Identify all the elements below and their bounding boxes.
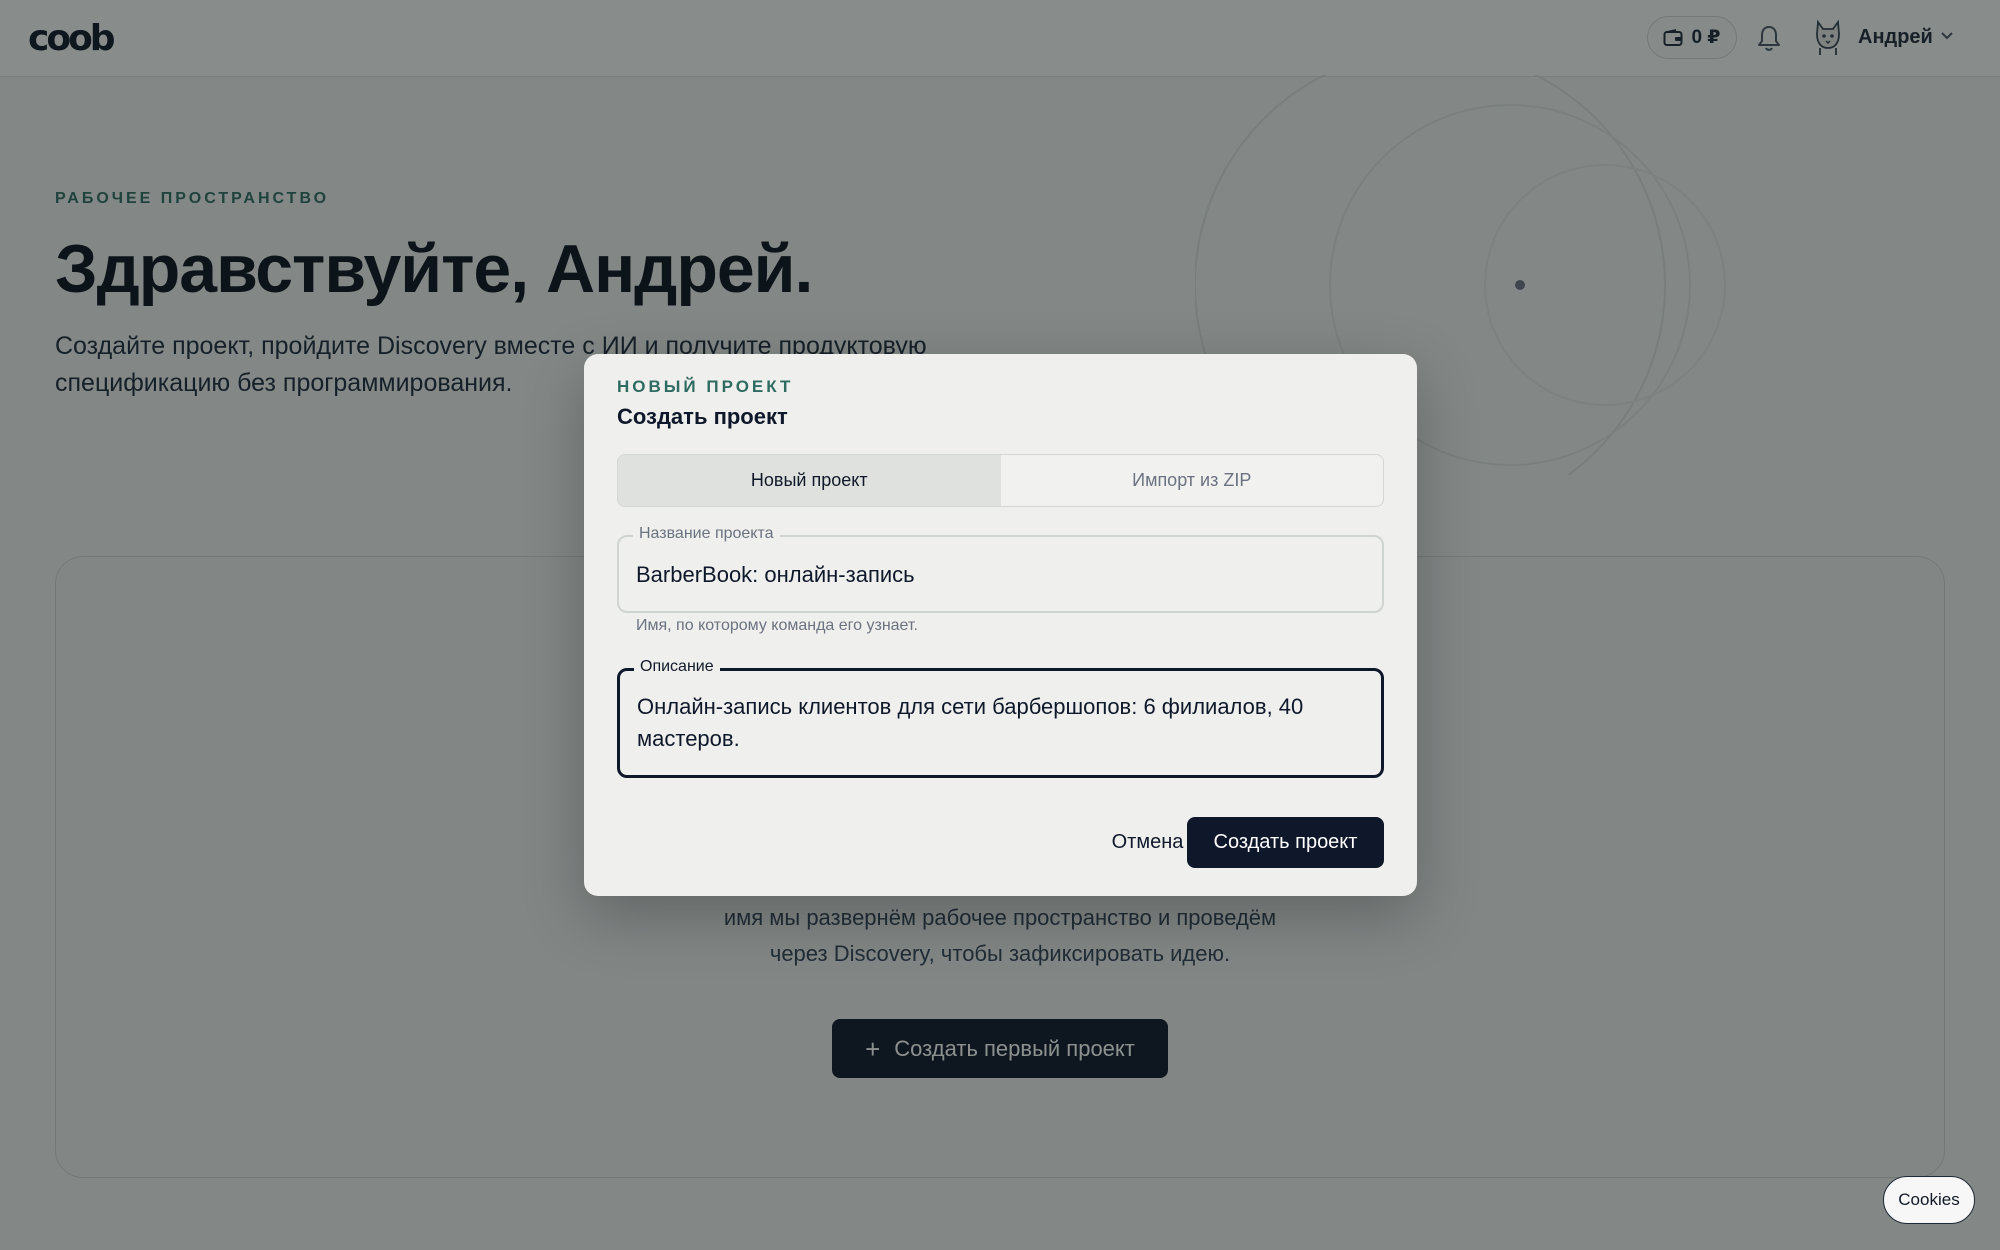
description-field[interactable]: Описание Онлайн-запись клиентов для сети… — [617, 658, 1384, 778]
create-project-dialog: НОВЫЙ ПРОЕКТ Создать проект Новый проект… — [584, 354, 1417, 896]
description-label: Описание — [634, 658, 720, 676]
project-name-input[interactable]: BarberBook: онлайн-запись — [636, 559, 1365, 591]
project-name-field[interactable]: Название проекта BarberBook: онлайн-запи… — [617, 525, 1384, 613]
dialog-eyebrow: НОВЫЙ ПРОЕКТ — [617, 377, 794, 396]
project-source-tabs: Новый проект Импорт из ZIP — [617, 454, 1384, 507]
tab-new-project[interactable]: Новый проект — [618, 455, 1001, 506]
cookies-button[interactable]: Cookies — [1883, 1176, 1975, 1224]
tab-import-zip[interactable]: Импорт из ZIP — [1001, 455, 1384, 506]
create-project-button[interactable]: Создать проект — [1187, 817, 1384, 868]
dialog-title: Создать проект — [617, 404, 788, 429]
project-name-hint: Имя, по которому команда его узнает. — [636, 617, 918, 634]
project-name-label: Название проекта — [633, 525, 780, 543]
description-textarea[interactable]: Онлайн-запись клиентов для сети барбершо… — [637, 691, 1364, 755]
